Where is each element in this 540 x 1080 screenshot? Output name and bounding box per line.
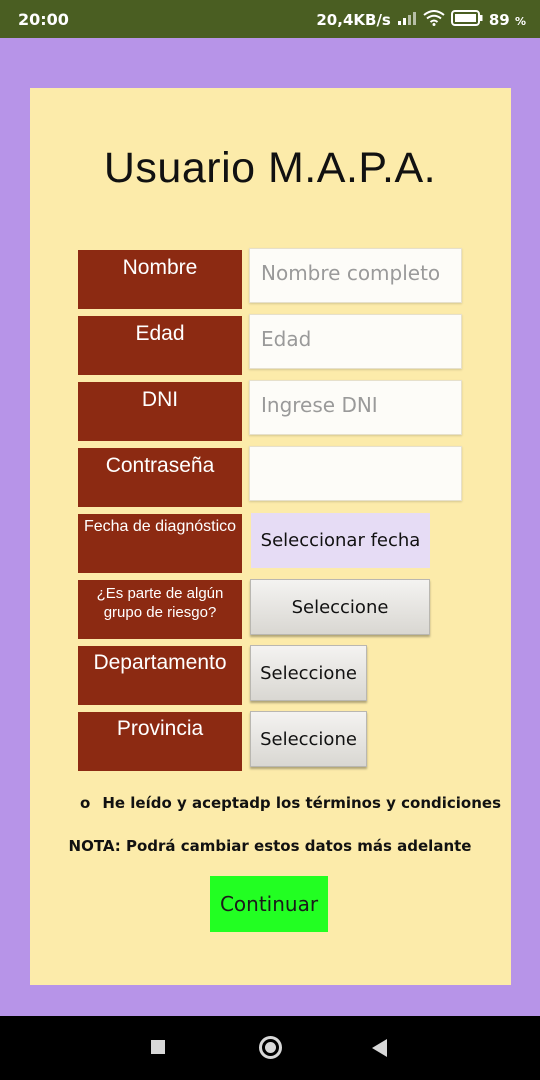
terms-text: He leído y aceptadp los términos y condi… — [102, 794, 502, 812]
home-icon[interactable] — [259, 1036, 282, 1059]
departamento-label: Departamento — [78, 646, 242, 705]
edad-label: Edad — [78, 316, 242, 375]
departamento-select[interactable]: Seleccione — [250, 645, 367, 701]
status-indicators: 20,4KB/s 89 % — [316, 10, 526, 30]
password-input[interactable] — [249, 446, 462, 501]
provincia-label: Provincia — [78, 712, 242, 771]
recents-icon[interactable] — [151, 1040, 165, 1054]
dni-label: DNI — [78, 382, 242, 441]
terms-radio[interactable]: o — [80, 794, 90, 812]
page-title: Usuario M.A.P.A. — [103, 144, 437, 192]
dni-input[interactable]: Ingrese DNI — [249, 380, 462, 435]
nombre-label: Nombre — [78, 250, 242, 309]
nombre-input[interactable]: Nombre completo — [249, 248, 462, 303]
terms-row[interactable]: o He leído y aceptadp los términos y cond… — [80, 794, 501, 812]
status-bar: 20:00 20,4KB/s 89 % — [0, 0, 540, 38]
fecha-label: Fecha de diagnóstico — [78, 514, 242, 573]
grupo-riesgo-label-line2: grupo de riesgo? — [103, 604, 217, 621]
battery-icon — [450, 10, 483, 30]
status-time: 20:00 — [18, 10, 69, 29]
edad-input[interactable]: Edad — [249, 314, 462, 369]
contrasena-label: Contraseña — [78, 448, 242, 507]
grupo-riesgo-select[interactable]: Seleccione — [250, 579, 430, 635]
network-speed: 20,4KB/s — [316, 11, 391, 29]
back-icon[interactable] — [372, 1039, 387, 1057]
grupo-riesgo-label: ¿Es parte de algún grupo de riesgo? — [78, 580, 242, 639]
signal-icon — [397, 11, 417, 29]
grupo-riesgo-label-line1: ¿Es parte de algún — [96, 585, 224, 602]
provincia-select[interactable]: Seleccione — [250, 711, 367, 767]
nota-text: NOTA: Podrá cambiar estos datos más adel… — [68, 837, 472, 855]
continue-button[interactable]: Continuar — [210, 876, 328, 932]
select-date-button[interactable]: Seleccionar fecha — [251, 513, 430, 568]
battery-level: 89 % — [488, 11, 526, 29]
wifi-icon — [423, 10, 445, 30]
